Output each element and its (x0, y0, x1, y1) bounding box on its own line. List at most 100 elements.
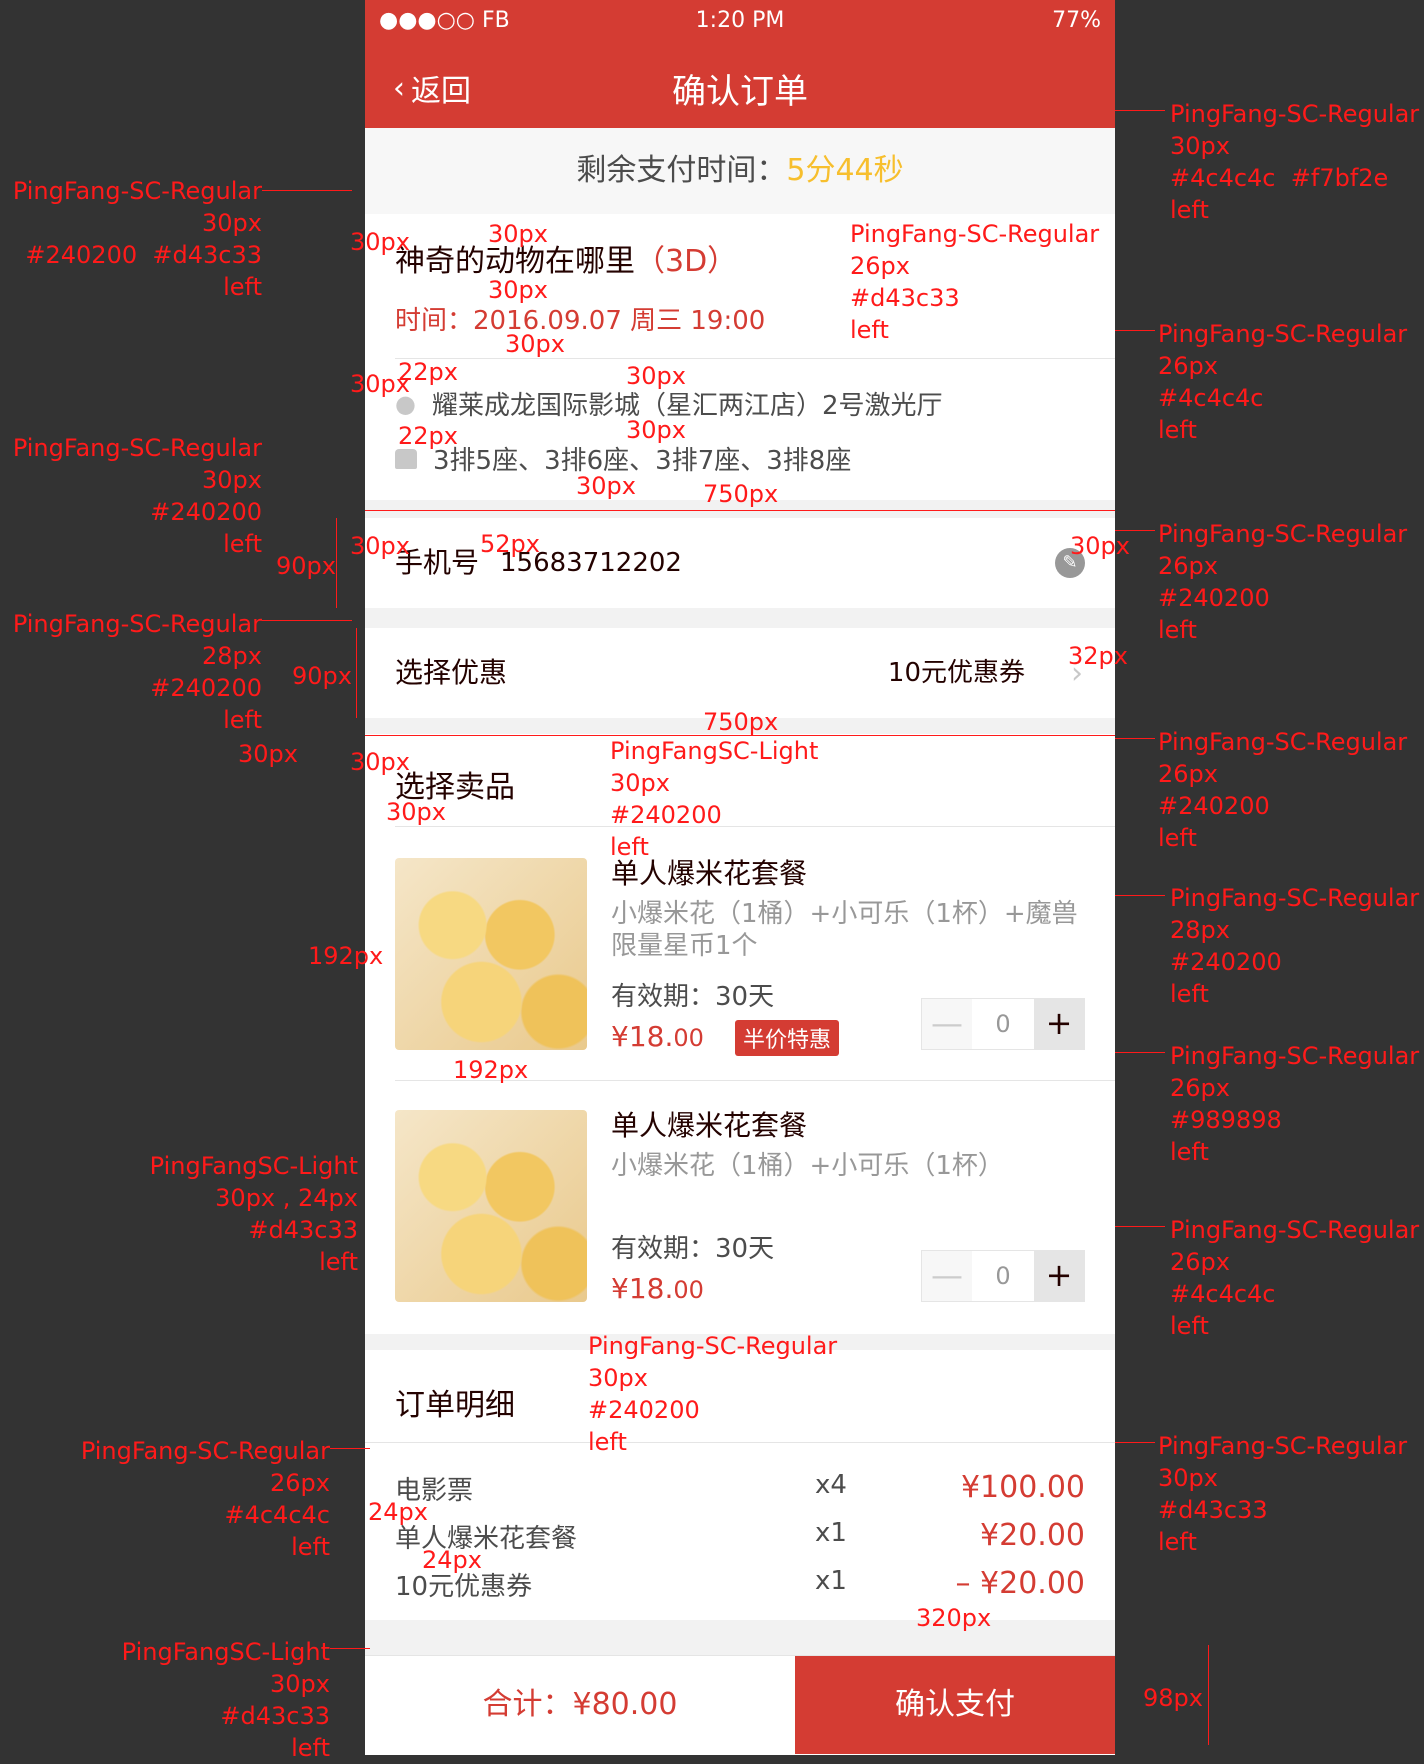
measure-label: 30px (1070, 532, 1130, 560)
guide-line (1115, 895, 1165, 896)
measure-label: 30px (576, 472, 636, 500)
measure-label: 192px (308, 942, 384, 970)
coupon-label: 选择优惠 (395, 656, 508, 689)
measure-label: 32px (1068, 642, 1128, 670)
guide-line (1115, 1226, 1165, 1227)
measure-label: 750px (703, 480, 779, 508)
spec-annotation: PingFangSC-Light 30px #d43c33 left (121, 1638, 330, 1762)
product-price: ¥18.00 (611, 1272, 704, 1305)
guide-line (336, 518, 337, 608)
detail-row: 单人爆米花套餐 x1 ¥20.00 (395, 1518, 1085, 1558)
measure-label: 24px (368, 1498, 428, 1526)
measure-label: 30px (626, 362, 686, 390)
status-bar: ●●●○○ FB 1:20 PM 77% (365, 0, 1115, 44)
guide-line (1115, 110, 1165, 111)
timer-value: 5分44秒 (786, 153, 904, 188)
detail-price: – ¥20.00 (955, 1566, 1085, 1601)
quantity-stepper[interactable]: — 0 + (921, 998, 1085, 1050)
measure-label: 90px (276, 552, 336, 580)
total-amount: 合计：¥80.00 (482, 1687, 678, 1722)
detail-price: ¥20.00 (980, 1518, 1085, 1553)
popcorn-image (395, 858, 587, 1050)
section-gap (365, 608, 1115, 628)
spec-annotation: PingFang-SC-Regular 26px #4c4c4c left (1170, 1216, 1420, 1340)
measure-label: 30px (350, 228, 410, 256)
spec-annotation: PingFang-SC-Regular 26px #d43c33 left (850, 220, 1100, 344)
spec-annotation: PingFang-SC-Regular 26px #240200 left (1158, 520, 1408, 644)
phone-row[interactable]: 手机号 15683712202 ✎ (365, 518, 1115, 608)
measure-label: 320px (916, 1604, 992, 1632)
section-gap (365, 1620, 1115, 1655)
detail-row: 电影票 x4 ¥100.00 (395, 1470, 1085, 1510)
quantity-value[interactable]: 0 (972, 999, 1034, 1049)
spec-annotation: PingFang-SC-Regular 26px #4c4c4c left (80, 1437, 330, 1561)
coupon-value: 10元优惠券 (887, 658, 1025, 688)
divider (395, 358, 1115, 359)
nav-bar: ‹ 返回 确认订单 (365, 44, 1115, 128)
quantity-stepper[interactable]: — 0 + (921, 1250, 1085, 1302)
measure-label: 750px (703, 708, 779, 736)
spec-annotation: PingFang-SC-Regular 30px #d43c33 left (1158, 1432, 1408, 1556)
page-title: 确认订单 (672, 72, 808, 112)
popcorn-image (395, 1110, 587, 1302)
guide-line (356, 628, 357, 718)
measure-label: 30px (350, 532, 410, 560)
spec-annotation: PingFang-SC-Regular 30px #240200 #d43c33… (12, 177, 262, 301)
product-validity: 有效期：30天 (611, 982, 775, 1012)
payment-timer: 剩余支付时间：5分44秒 (365, 128, 1115, 214)
measure-label: 24px (422, 1546, 482, 1574)
product-validity: 有效期：30天 (611, 1234, 775, 1264)
spec-annotation: PingFang-SC-Regular 28px #240200 left (12, 610, 262, 734)
movie-format: （3D） (635, 244, 738, 279)
measure-label: 30px (626, 416, 686, 444)
guide-line (330, 1448, 370, 1449)
guide-line (262, 190, 352, 191)
measure-label: 22px (398, 422, 458, 450)
spec-annotation: PingFang-SC-Regular 30px #240200 left (12, 434, 262, 558)
spec-annotation: PingFang-SC-Regular 26px #240200 left (1158, 728, 1408, 852)
cinema-name: 耀莱成龙国际影城（星汇两江店）2号激光厅 (431, 391, 943, 421)
status-time: 1:20 PM (695, 8, 785, 33)
measure-label: 30px (505, 330, 565, 358)
spec-annotation: PingFang-SC-Regular 26px #4c4c4c left (1158, 320, 1408, 444)
measure-label: 30px (488, 220, 548, 248)
measure-label: 30px (386, 798, 446, 826)
guide-line (1115, 530, 1155, 531)
measure-label: 22px (398, 358, 458, 386)
product-price: ¥18.00 (611, 1020, 704, 1053)
spec-annotation: PingFang-SC-Regular 26px #989898 left (1170, 1042, 1420, 1166)
plus-button[interactable]: + (1034, 1251, 1084, 1301)
measure-label: 192px (453, 1056, 529, 1084)
spec-annotation: PingFang-SC-Regular 28px #240200 left (1170, 884, 1420, 1008)
spec-annotation: PingFangSC-Light 30px , 24px #d43c33 lef… (149, 1152, 358, 1276)
quantity-value[interactable]: 0 (972, 1251, 1034, 1301)
product-desc: 小爆米花（1桶）+小可乐（1杯）+魔兽限量星币1个 (611, 899, 1078, 961)
guide-line (1115, 330, 1155, 331)
spec-annotation: PingFang-SC-Regular 30px #4c4c4c #f7bf2e… (1170, 100, 1420, 224)
measure-label: 30px (350, 748, 410, 776)
guide-line (1115, 1052, 1165, 1053)
measure-label: 90px (292, 662, 352, 690)
discount-badge: 半价特惠 (735, 1020, 840, 1056)
coupon-row[interactable]: 选择优惠 10元优惠券 › (365, 628, 1115, 718)
guide-line (365, 735, 1115, 736)
detail-row: 10元优惠券 x1 – ¥20.00 (395, 1566, 1085, 1606)
measure-label: 30px (488, 276, 548, 304)
spec-annotation: PingFang-SC-Regular 30px #240200 left (588, 1332, 838, 1456)
product-card: 单人爆米花套餐 小爆米花（1桶）+小可乐（1杯）+魔兽限量星币1个 有效期：30… (395, 857, 1085, 1056)
guide-line (330, 1648, 370, 1649)
measure-label: 52px (480, 530, 540, 558)
measure-label: 98px (1143, 1684, 1203, 1712)
spec-annotation: PingFangSC-Light 30px #240200 left (610, 737, 819, 861)
confirm-pay-button[interactable]: 确认支付 (795, 1656, 1115, 1754)
plus-button[interactable]: + (1034, 999, 1084, 1049)
price-main: ¥18. (611, 1272, 674, 1305)
guide-line (365, 510, 1115, 511)
product-card: 单人爆米花套餐 小爆米花（1桶）+小可乐（1杯） 有效期：30天 ¥18.00 … (395, 1109, 1085, 1305)
detail-title: 订单明细 (395, 1388, 515, 1423)
detail-qty: x1 (815, 1518, 847, 1548)
timer-label: 剩余支付时间： (576, 153, 787, 188)
minus-button[interactable]: — (922, 999, 972, 1049)
price-cents: 00 (673, 1276, 704, 1304)
minus-button[interactable]: — (922, 1251, 972, 1301)
